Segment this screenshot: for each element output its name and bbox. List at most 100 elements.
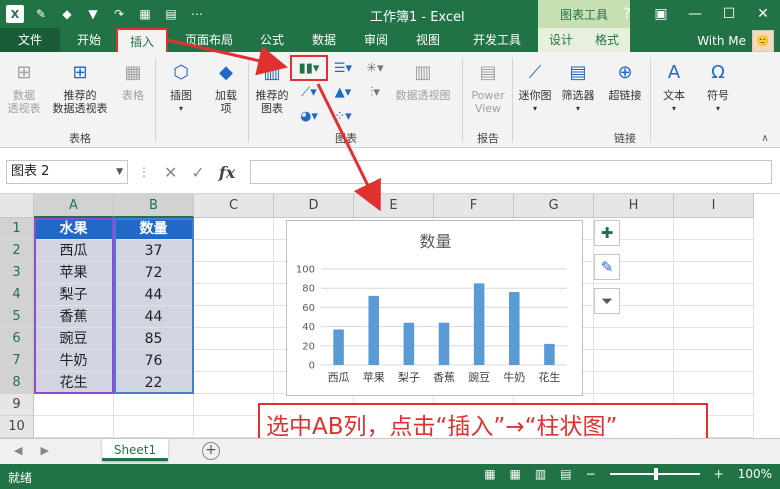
collapse-ribbon-icon[interactable]: ∧ xyxy=(752,128,778,148)
empty-cell[interactable] xyxy=(674,218,754,240)
ribbon-display-icon[interactable]: ▣ xyxy=(644,0,678,28)
empty-cell[interactable] xyxy=(594,372,674,394)
area-chart-icon[interactable]: ▲▾ xyxy=(330,82,356,102)
tab-insert[interactable]: 插入 xyxy=(116,28,168,54)
tab-developer[interactable]: 开发工具 xyxy=(462,28,532,52)
pivot-table-button[interactable]: ⊞ 数据 透视表 xyxy=(4,58,44,115)
empty-cell[interactable] xyxy=(674,328,754,350)
row-header-1[interactable]: 1 xyxy=(0,218,34,240)
zoom-in-icon[interactable]: + xyxy=(714,467,724,481)
empty-cell[interactable] xyxy=(594,328,674,350)
help-icon[interactable]: ? xyxy=(610,0,644,28)
column-header-h[interactable]: H xyxy=(594,194,674,218)
filter-button[interactable]: ▤ 筛选器 ▾ xyxy=(558,58,598,115)
tab-formulas[interactable]: 公式 xyxy=(250,28,294,52)
insert-function-icon[interactable]: fx xyxy=(219,163,235,182)
bar-chart-icon[interactable]: ☰▾ xyxy=(330,58,356,78)
line-chart-icon[interactable]: ⟋▾ xyxy=(296,82,322,102)
zoom-level[interactable]: 100% xyxy=(738,467,772,481)
column-header-i[interactable]: I xyxy=(674,194,754,218)
next-sheet-icon[interactable]: ▶ xyxy=(40,444,48,457)
empty-cell[interactable] xyxy=(674,350,754,372)
empty-cell[interactable] xyxy=(594,350,674,372)
tab-design[interactable]: 设计 xyxy=(538,28,584,52)
row-header-5[interactable]: 5 xyxy=(0,306,34,328)
column-header-a[interactable]: A xyxy=(34,194,114,218)
empty-cell[interactable] xyxy=(674,284,754,306)
pie-chart-icon[interactable]: ◕▾ xyxy=(296,106,322,126)
row-header-7[interactable]: 7 xyxy=(0,350,34,372)
bar-chart[interactable]: 数量 0 20 40 60 80 100 西瓜 苹果 梨子 香蕉 豌豆 牛奶 花生 xyxy=(286,220,583,396)
recommended-charts-button[interactable]: ▥ 推荐的 图表 xyxy=(252,58,292,115)
power-view-button[interactable]: ▤ Power View xyxy=(468,58,508,115)
tab-review[interactable]: 审阅 xyxy=(354,28,398,52)
user-account[interactable]: With Me 🙂 xyxy=(697,30,774,52)
empty-cell[interactable] xyxy=(674,306,754,328)
column-header-b[interactable]: B xyxy=(114,194,194,218)
prev-sheet-icon[interactable]: ◀ xyxy=(14,444,22,457)
empty-cell[interactable] xyxy=(194,372,274,394)
normal-view-icon[interactable]: ▦ xyxy=(510,467,521,481)
empty-cell[interactable] xyxy=(674,240,754,262)
eraser-icon[interactable]: ◆ xyxy=(58,5,76,23)
tab-view[interactable]: 视图 xyxy=(406,28,450,52)
column-header-g[interactable]: G xyxy=(514,194,594,218)
text-button[interactable]: A 文本 ▾ xyxy=(656,58,692,115)
macro-record-icon[interactable]: ▦ xyxy=(484,467,495,481)
empty-cell[interactable] xyxy=(194,218,274,240)
column-header-e[interactable]: E xyxy=(354,194,434,218)
maximize-icon[interactable]: ☐ xyxy=(712,0,746,28)
row-header-3[interactable]: 3 xyxy=(0,262,34,284)
tab-file[interactable]: 文件 xyxy=(0,28,60,52)
name-box[interactable]: 图表 2 ▼ xyxy=(6,160,128,184)
empty-cell[interactable] xyxy=(194,306,274,328)
formula-input[interactable] xyxy=(250,160,772,184)
row-header-10[interactable]: 10 xyxy=(0,416,34,438)
tab-page-layout[interactable]: 页面布局 xyxy=(176,28,242,52)
close-icon[interactable]: ✕ xyxy=(746,0,780,28)
sparkline-button[interactable]: ⟋ 迷你图 ▾ xyxy=(516,58,554,115)
add-sheet-icon[interactable]: + xyxy=(202,442,220,460)
row-header-2[interactable]: 2 xyxy=(0,240,34,262)
scatter-chart-icon[interactable]: ⁘▾ xyxy=(330,106,356,126)
column-header-d[interactable]: D xyxy=(274,194,354,218)
row-header-8[interactable]: 8 xyxy=(0,372,34,394)
illustrations-button[interactable]: ⬡ 插图 ▾ xyxy=(162,58,200,115)
table-button[interactable]: ▦ 表格 xyxy=(116,58,150,102)
filter-icon[interactable]: ▼ xyxy=(84,5,102,23)
empty-cell[interactable] xyxy=(34,394,114,416)
zoom-slider[interactable] xyxy=(609,468,700,480)
empty-cell[interactable] xyxy=(194,350,274,372)
recommended-pivot-button[interactable]: ⊞ 推荐的 数据透视表 xyxy=(48,58,112,115)
row-header-6[interactable]: 6 xyxy=(0,328,34,350)
confirm-icon[interactable]: ✓ xyxy=(191,163,204,182)
sheet-tab-sheet1[interactable]: Sheet1 xyxy=(102,439,168,461)
minimize-icon[interactable]: — xyxy=(678,0,712,28)
borders-icon[interactable]: ▦ xyxy=(136,5,154,23)
tab-format[interactable]: 格式 xyxy=(584,28,630,52)
tab-home[interactable]: 开始 xyxy=(64,28,114,52)
empty-cell[interactable] xyxy=(674,372,754,394)
empty-cell[interactable] xyxy=(34,416,114,438)
redo-icon[interactable]: ↷ xyxy=(110,5,128,23)
pivot-chart-button[interactable]: ▥ 数据透视图 xyxy=(392,58,454,102)
chart-filters-icon[interactable]: ⏷ xyxy=(594,288,620,314)
chart-styles-icon[interactable]: ✎ xyxy=(594,254,620,280)
empty-cell[interactable] xyxy=(194,240,274,262)
empty-cell[interactable] xyxy=(114,394,194,416)
addins-button[interactable]: ◆ 加载 项 xyxy=(206,58,246,115)
hyperlink-button[interactable]: ⊕ 超链接 xyxy=(604,58,646,102)
cells-icon[interactable]: ▤ xyxy=(162,5,180,23)
chart-elements-icon[interactable]: ✚ xyxy=(594,220,620,246)
empty-cell[interactable] xyxy=(194,284,274,306)
page-layout-view-icon[interactable]: ▥ xyxy=(535,467,546,481)
tab-data[interactable]: 数据 xyxy=(302,28,346,52)
stock-chart-icon[interactable]: ⫶▾ xyxy=(362,82,388,102)
hierarchy-chart-icon[interactable]: ✳▾ xyxy=(362,58,388,78)
page-break-view-icon[interactable]: ▤ xyxy=(560,467,571,481)
quick-access-more-icon[interactable]: ⋯ xyxy=(188,5,206,23)
empty-cell[interactable] xyxy=(194,262,274,284)
symbol-button[interactable]: Ω 符号 ▾ xyxy=(700,58,736,115)
column-header-f[interactable]: F xyxy=(434,194,514,218)
column-header-c[interactable]: C xyxy=(194,194,274,218)
